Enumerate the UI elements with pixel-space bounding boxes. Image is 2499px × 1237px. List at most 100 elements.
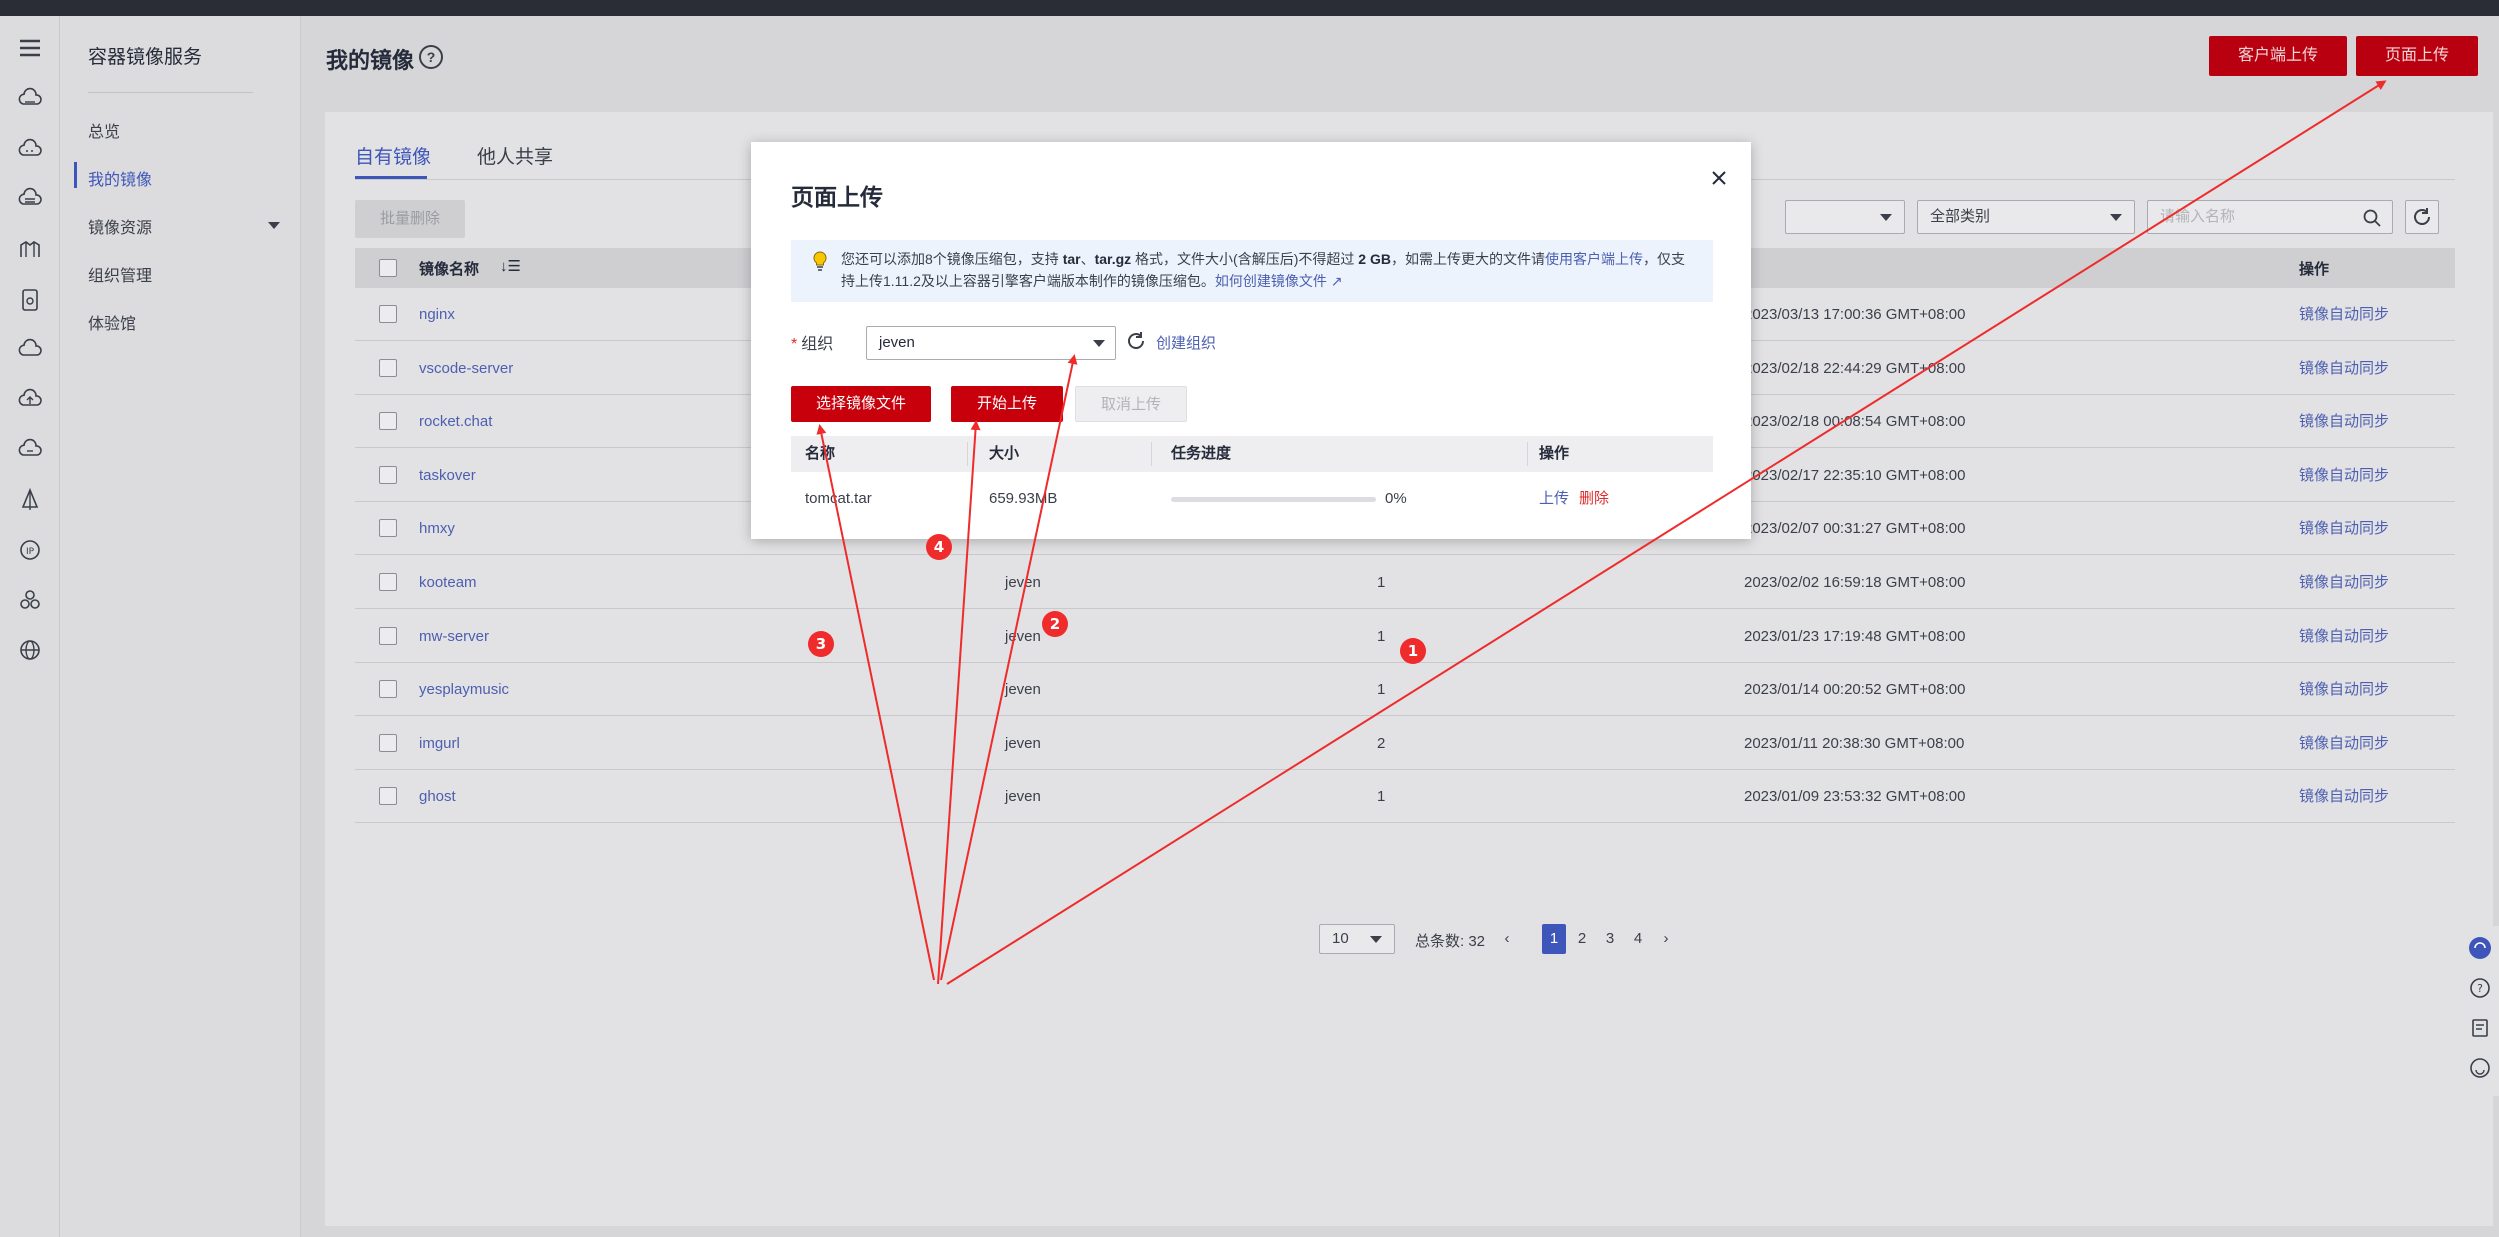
row-checkbox[interactable] xyxy=(379,305,397,323)
cloud-server-icon[interactable] xyxy=(16,86,44,114)
table-row: yesplaymusic jeven 1 2023/01/14 00:20:52 GM… xyxy=(355,663,2455,717)
page-upload-button[interactable]: 页面上传 xyxy=(2356,36,2478,76)
file-upload-link[interactable]: 上传 xyxy=(1539,474,1569,524)
tree-icon[interactable] xyxy=(16,486,44,514)
auto-sync-link[interactable]: 镜像自动同步 xyxy=(2299,502,2389,555)
cloud-icon[interactable] xyxy=(16,136,44,164)
row-checkbox[interactable] xyxy=(379,412,397,431)
row-checkbox[interactable] xyxy=(379,787,397,806)
customer-service-icon[interactable] xyxy=(2468,936,2492,960)
sidebar-item-my-images[interactable]: 我的镜像 xyxy=(88,166,152,190)
image-name-link[interactable]: kooteam xyxy=(419,556,477,609)
category-select[interactable]: 全部类别 xyxy=(1917,200,2135,234)
column-divider xyxy=(1151,442,1152,466)
cancel-upload-button[interactable]: 取消上传 xyxy=(1075,386,1187,422)
cloud-sync-icon[interactable] xyxy=(16,436,44,464)
auto-sync-link[interactable]: 镜像自动同步 xyxy=(2299,663,2389,716)
refresh-button[interactable] xyxy=(2405,200,2439,234)
search-icon[interactable] xyxy=(2362,208,2382,228)
page-1[interactable]: 1 xyxy=(1542,924,1566,954)
image-name-link[interactable]: nginx xyxy=(419,288,455,341)
feedback-icon[interactable] xyxy=(2468,1016,2492,1040)
image-name-link[interactable]: ghost xyxy=(419,770,456,823)
row-checkbox[interactable] xyxy=(379,465,397,484)
auto-sync-link[interactable]: 镜像自动同步 xyxy=(2299,610,2389,663)
globe-icon[interactable] xyxy=(16,636,44,664)
row-checkbox[interactable] xyxy=(379,519,397,538)
sidebar-active-indicator xyxy=(74,162,77,188)
client-upload-button[interactable]: 客户端上传 xyxy=(2209,36,2347,76)
row-checkbox[interactable] xyxy=(379,573,397,591)
row-checkbox[interactable] xyxy=(379,358,397,377)
chevron-down-icon xyxy=(1880,214,1892,221)
auto-sync-link[interactable]: 镜像自动同步 xyxy=(2299,556,2389,609)
smile-icon[interactable] xyxy=(2468,1056,2492,1080)
image-name-link[interactable]: taskover xyxy=(419,449,476,502)
ip-icon[interactable]: IP xyxy=(16,536,44,564)
page-3[interactable]: 3 xyxy=(1598,924,1622,954)
select-all-checkbox[interactable] xyxy=(379,259,397,277)
tab-shared-images[interactable]: 他人共享 xyxy=(477,142,553,169)
column-header-progress: 任务进度 xyxy=(1171,445,1232,462)
sidebar-item-experience-hall[interactable]: 体验馆 xyxy=(88,310,136,334)
tab-own-images[interactable]: 自有镜像 xyxy=(355,142,431,169)
sidebar-item-overview[interactable]: 总览 xyxy=(88,118,120,142)
page-size-select[interactable]: 10 xyxy=(1319,924,1395,954)
auto-sync-link[interactable]: 镜像自动同步 xyxy=(2299,717,2389,770)
namespace-select[interactable] xyxy=(1785,200,1905,234)
org-select[interactable]: jeven xyxy=(866,326,1116,360)
step-marker-1: 1 xyxy=(1400,638,1426,664)
auto-sync-link[interactable]: 镜像自动同步 xyxy=(2299,288,2389,341)
auto-sync-link[interactable]: 镜像自动同步 xyxy=(2299,449,2389,502)
page-prev-icon[interactable]: ‹ xyxy=(1495,924,1519,954)
cloud-upload-icon[interactable] xyxy=(16,386,44,414)
chevron-down-icon[interactable] xyxy=(268,222,280,229)
page-2[interactable]: 2 xyxy=(1570,924,1594,954)
page-next-icon[interactable]: › xyxy=(1654,924,1678,954)
row-checkbox[interactable] xyxy=(379,680,397,699)
auto-sync-link[interactable]: 镜像自动同步 xyxy=(2299,770,2389,823)
help-icon[interactable]: ? xyxy=(419,45,443,69)
client-upload-link[interactable]: 使用客户端上传 xyxy=(1545,251,1643,267)
image-version-count: 2 xyxy=(1377,734,1386,752)
file-size: 659.93MB xyxy=(989,490,1058,507)
sidebar-item-org-management[interactable]: 组织管理 xyxy=(88,262,152,286)
sidebar-item-image-resources[interactable]: 镜像资源 xyxy=(88,214,152,238)
org-select-value: jeven xyxy=(879,334,915,351)
create-org-link[interactable]: 创建组织 xyxy=(1156,332,1216,353)
org-field-label: * 组织 xyxy=(791,330,833,354)
create-image-file-link[interactable]: 如何创建镜像文件 xyxy=(1215,273,1327,289)
upload-table-header: 名称 大小 任务进度 操作 xyxy=(791,436,1713,472)
auto-sync-link[interactable]: 镜像自动同步 xyxy=(2299,395,2389,448)
search-input[interactable]: 请输入名称 xyxy=(2147,200,2393,234)
close-icon[interactable] xyxy=(1707,166,1731,190)
image-name-link[interactable]: hmxy xyxy=(419,502,455,555)
network-icon[interactable] xyxy=(16,236,44,264)
batch-delete-button[interactable]: 批量删除 xyxy=(355,200,465,238)
image-name-link[interactable]: rocket.chat xyxy=(419,395,492,448)
image-updated-time: 2023/01/11 20:38:30 GMT+08:00 xyxy=(1744,734,1965,752)
image-name-link[interactable]: mw-server xyxy=(419,610,489,663)
help-icon[interactable]: ? xyxy=(2468,976,2492,1000)
sort-icon[interactable]: ↓☰ xyxy=(500,257,521,275)
start-upload-button[interactable]: 开始上传 xyxy=(951,386,1063,422)
auto-sync-link[interactable]: 镜像自动同步 xyxy=(2299,342,2389,395)
image-updated-time: 2023/02/18 00:08:54 GMT+08:00 xyxy=(1744,413,1966,431)
notice-format-tar: tar xyxy=(1062,251,1081,267)
column-header-name: 名称 xyxy=(805,445,836,462)
image-name-link[interactable]: yesplaymusic xyxy=(419,663,509,716)
refresh-icon[interactable] xyxy=(1125,330,1147,352)
image-name-link[interactable]: imgurl xyxy=(419,717,460,770)
row-checkbox[interactable] xyxy=(379,626,397,645)
menu-icon[interactable] xyxy=(16,34,44,62)
page-4[interactable]: 4 xyxy=(1626,924,1650,954)
cloud-outline-icon[interactable] xyxy=(16,336,44,364)
cluster-icon[interactable] xyxy=(16,586,44,614)
image-name-link[interactable]: vscode-server xyxy=(419,342,513,395)
select-image-file-button[interactable]: 选择镜像文件 xyxy=(791,386,931,422)
file-delete-link[interactable]: 删除 xyxy=(1579,474,1609,524)
column-header-operations: 操作 xyxy=(1539,445,1570,462)
row-checkbox[interactable] xyxy=(379,733,397,752)
database-cloud-icon[interactable] xyxy=(16,186,44,214)
storage-icon[interactable] xyxy=(16,286,44,314)
